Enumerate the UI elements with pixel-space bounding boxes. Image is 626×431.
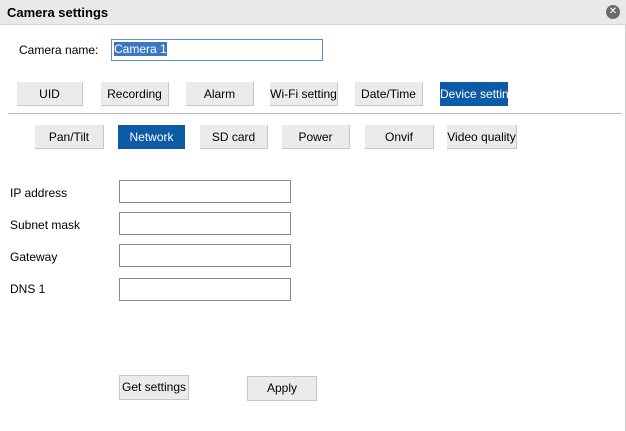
tab-divider	[8, 113, 622, 114]
tab-recording[interactable]: Recording	[101, 82, 169, 106]
camera-name-label: Camera name:	[19, 43, 99, 57]
ip-address-input[interactable]	[119, 180, 291, 203]
subtab-power[interactable]: Power	[282, 125, 350, 149]
dns1-input[interactable]	[119, 278, 291, 301]
camera-settings-dialog: Camera settings ✕ Camera name: Camera 1 …	[0, 0, 626, 431]
camera-name-input[interactable]: Camera 1	[111, 39, 323, 61]
subnet-mask-label: Subnet mask	[10, 218, 81, 232]
tab-alarm[interactable]: Alarm	[186, 82, 254, 106]
tab-date-time[interactable]: Date/Time	[355, 82, 423, 106]
tab-device-setting[interactable]: Device setting	[440, 82, 515, 106]
dns1-label: DNS 1	[10, 282, 46, 296]
gateway-input[interactable]	[119, 244, 291, 267]
ip-address-label: IP address	[10, 186, 68, 200]
titlebar: Camera settings ✕	[0, 0, 626, 25]
tab-uid[interactable]: UID	[17, 82, 83, 106]
subtab-network[interactable]: Network	[118, 125, 185, 149]
tab-wifi-setting[interactable]: Wi-Fi setting	[270, 82, 338, 106]
subtab-pan-tilt[interactable]: Pan/Tilt	[35, 125, 104, 149]
camera-name-value: Camera 1	[114, 42, 167, 56]
subtab-video-quality[interactable]: Video quality	[447, 125, 517, 149]
get-settings-button[interactable]: Get settings	[119, 375, 189, 400]
apply-button[interactable]: Apply	[247, 376, 317, 401]
subnet-mask-input[interactable]	[119, 212, 291, 235]
close-icon[interactable]: ✕	[606, 5, 620, 19]
gateway-label: Gateway	[10, 250, 58, 264]
subtab-onvif[interactable]: Onvif	[365, 125, 434, 149]
dialog-title: Camera settings	[7, 5, 109, 20]
subtab-sd-card[interactable]: SD card	[200, 125, 268, 149]
